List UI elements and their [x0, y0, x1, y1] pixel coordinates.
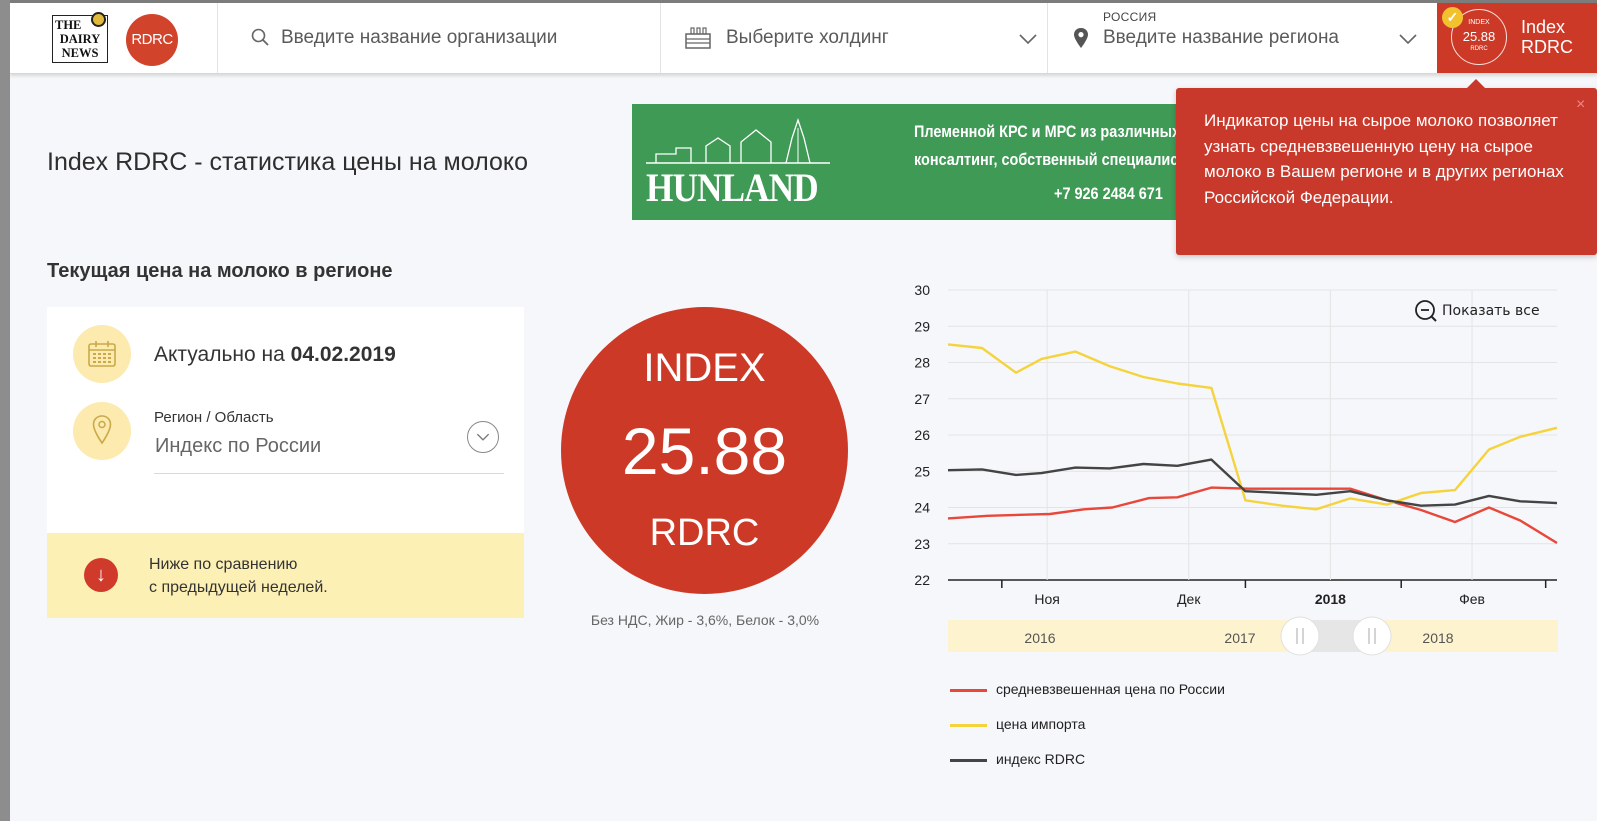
banner-phone: +7 926 2484 671: [1054, 184, 1163, 203]
index-info-tooltip: Индикатор цены на сырое молоко позволяет…: [1176, 79, 1597, 255]
zoom-out-icon-handle: [1430, 315, 1437, 322]
price-chart-area: 22 23 24 25 26 27 28 29 30 Ноя Дек 2018 Фев 2016 201…: [890, 282, 1597, 802]
y-tick-label: 25: [914, 463, 930, 479]
section-title: Текущая цена на молоко в регионе: [47, 260, 393, 282]
y-tick-label: 28: [914, 355, 930, 371]
region-country-label: РОССИЯ: [1103, 10, 1157, 24]
chart-grid: [948, 289, 1557, 581]
x-tick-label: Фев: [1459, 591, 1485, 607]
y-tick-label: 22: [914, 572, 930, 588]
y-tick-label: 27: [914, 391, 930, 407]
index-rdrc-header-button[interactable]: INDEX 25.88 RDRC ✓ Index RDRC: [1437, 3, 1597, 73]
rdrc-logo[interactable]: RDRC: [126, 14, 178, 66]
page-title: Index RDRC - статистика цены на молоко: [47, 148, 528, 176]
legend-swatch-russia: [950, 689, 987, 692]
series-line-1: [947, 486, 1558, 545]
x-tick-label: Дек: [1177, 591, 1201, 607]
y-tick-label: 29: [914, 318, 930, 334]
actual-date-line: Актуально на 04.02.2019: [154, 343, 396, 367]
dairy-news-logo[interactable]: THE DAIRY NEWS: [52, 12, 108, 63]
hunland-brand: HUNLAND: [646, 165, 819, 210]
index-note: Без НДС, Жир - 3,6%, Белок - 3,0%: [590, 612, 820, 628]
bee-icon: [91, 12, 106, 27]
legend-label-rdrc: индекс RDRC: [996, 751, 1086, 767]
series-line-3: [947, 458, 1558, 507]
region-price-card: Актуально на 04.02.2019 Регион / Область…: [47, 307, 524, 618]
legend-swatch-rdrc: [950, 759, 987, 762]
region-field-underline: [154, 473, 504, 474]
logo-line-news: NEWS: [61, 46, 99, 60]
navigator-handle-right[interactable]: [1352, 616, 1392, 656]
actual-date: 04.02.2019: [290, 343, 396, 366]
farm-illustration-icon: [646, 118, 830, 164]
legend-label-russia: средневзвешенная цена по России: [996, 681, 1225, 697]
arrow-down-icon: ↓: [84, 558, 118, 592]
y-tick-label: 24: [914, 500, 930, 516]
chart-navigator[interactable]: 2016 2017 2018: [948, 616, 1558, 656]
region-field-label: Регион / Область: [154, 409, 274, 426]
organization-search-input[interactable]: Введите название организации: [281, 27, 557, 49]
logo-line-dairy: DAIRY: [59, 32, 101, 46]
chevron-down-icon[interactable]: [1399, 33, 1417, 45]
chevron-down-icon[interactable]: [1019, 33, 1037, 45]
logo-area[interactable]: THE DAIRY NEWS RDRC: [10, 3, 218, 73]
browser-viewport: THE DAIRY NEWS RDRC Введите название орг…: [10, 0, 1597, 821]
location-pin-icon: [92, 415, 112, 445]
region-dropdown-chevron-icon[interactable]: [467, 421, 499, 453]
index-mini-bottom: RDRC: [1470, 46, 1488, 52]
holding-select[interactable]: Выберите холдинг: [662, 3, 1048, 73]
show-all-button[interactable]: Показать все: [1415, 300, 1540, 322]
search-icon: [251, 28, 269, 46]
index-circle-value: 25.88: [621, 414, 788, 488]
compare-line-1: Ниже по сравнению: [149, 556, 298, 573]
x-tick-label: 2018: [1315, 591, 1346, 607]
navigator-year-2017: 2017: [1224, 630, 1255, 646]
y-tick-label: 23: [914, 536, 930, 552]
index-label-line1: Index: [1521, 17, 1566, 37]
actual-prefix: Актуально на: [154, 343, 291, 366]
legend-swatch-import: [950, 724, 987, 727]
top-header: THE DAIRY NEWS RDRC Введите название орг…: [10, 0, 1597, 74]
chart-series: [947, 343, 1558, 545]
y-tick-label: 26: [914, 427, 930, 443]
region-field-value[interactable]: Индекс по России: [155, 435, 321, 458]
tooltip-caret: [1466, 79, 1486, 89]
weekly-compare-box: ↓ Ниже по сравнению с предыдущей неделей…: [47, 533, 524, 618]
holding-select-placeholder: Выберите холдинг: [726, 27, 889, 48]
organization-search[interactable]: Введите название организации: [219, 3, 661, 73]
y-tick-label: 30: [914, 282, 930, 298]
chart-axes: 22 23 24 25 26 27 28 29 30 Ноя Дек 2018 Фев: [914, 282, 1547, 607]
location-circle: [73, 402, 131, 460]
tooltip-close-button[interactable]: ×: [1576, 96, 1585, 114]
price-line-chart[interactable]: 22 23 24 25 26 27 28 29 30 Ноя Дек 2018 Фев 2016 201…: [890, 282, 1597, 672]
region-select-placeholder: Введите название региона: [1103, 27, 1339, 48]
index-circle-top: INDEX: [643, 346, 766, 390]
region-select[interactable]: РОССИЯ Введите название региона: [1049, 3, 1437, 73]
index-mini-value: 25.88: [1462, 29, 1496, 44]
index-header-label: Index RDRC: [1521, 17, 1573, 57]
compare-line-2: с предыдущей неделей.: [149, 579, 328, 596]
navigator-year-2016: 2016: [1024, 630, 1055, 646]
banner-line-2: консалтинг, собственный специалист: [914, 150, 1186, 169]
check-icon: ✓: [1442, 7, 1463, 28]
index-rdrc-circle: INDEX 25.88 RDRC: [561, 307, 848, 594]
index-label-line2: RDRC: [1521, 37, 1573, 57]
index-circle-bottom: RDRC: [649, 512, 760, 554]
location-pin-icon: [1074, 28, 1088, 48]
series-line-2: [947, 343, 1558, 511]
holding-building-icon: [685, 27, 711, 49]
x-tick-label: Ноя: [1034, 591, 1059, 607]
legend-label-import: цена импорта: [996, 716, 1086, 732]
navigator-handle-left[interactable]: [1280, 616, 1320, 656]
banner-line-1: Племенной КРС и МРС из различных: [914, 122, 1181, 141]
calendar-icon: [88, 341, 116, 367]
compare-text: Ниже по сравнению с предыдущей неделей.: [149, 553, 328, 599]
show-all-label: Показать все: [1442, 303, 1540, 319]
calendar-circle: [73, 325, 131, 383]
tooltip-text: Индикатор цены на сырое молоко позволяет…: [1204, 111, 1564, 207]
navigator-year-2018: 2018: [1422, 630, 1453, 646]
